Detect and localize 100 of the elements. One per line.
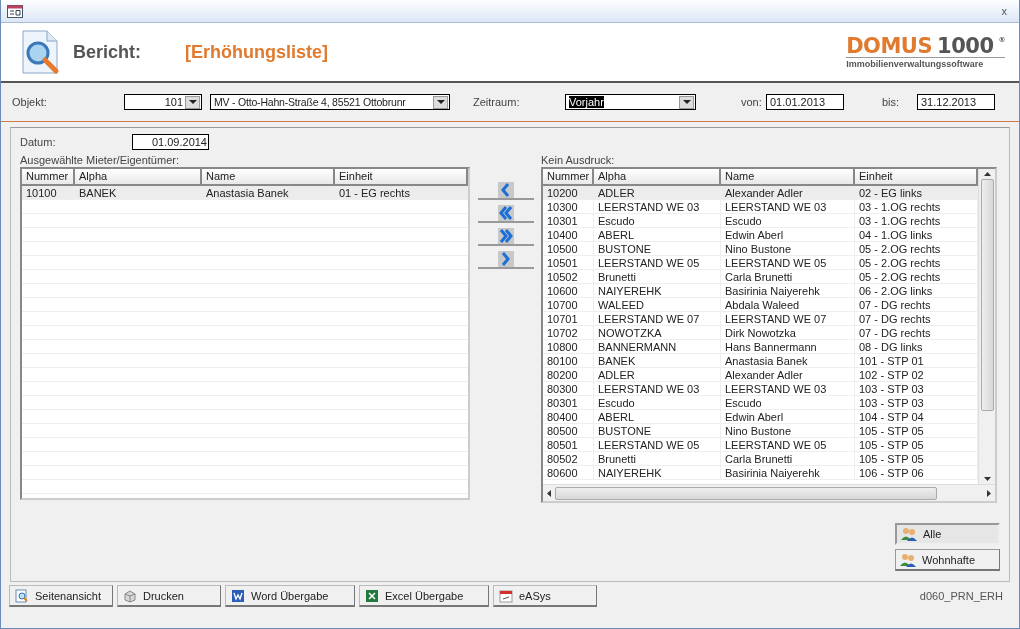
table-cell: NOWOTZKA: [594, 326, 721, 340]
table-cell: Carla Brunetti: [721, 452, 855, 466]
table-cell: 80301: [543, 396, 594, 410]
toolbar-button[interactable]: Excel Übergabe: [359, 585, 489, 607]
column-header[interactable]: Name: [202, 169, 335, 186]
table-cell: LEERSTAND WE 05: [721, 438, 855, 452]
table-cell: 10400: [543, 228, 594, 242]
table-cell: Brunetti: [594, 452, 721, 466]
period-dropdown[interactable]: Vorjahr: [565, 94, 696, 110]
table-cell: BANEK: [594, 354, 721, 368]
table-cell: 80600: [543, 466, 594, 480]
table-cell: BUSTONE: [594, 424, 721, 438]
printer-icon: [123, 588, 137, 603]
filter-button[interactable]: Wohnhafte: [895, 549, 1000, 571]
form-id: d060_PRN_ERH: [919, 590, 1004, 602]
table-cell: Escudo: [594, 214, 721, 228]
table-cell: Anastasia Banek: [202, 186, 335, 200]
field-label: von:: [741, 96, 763, 108]
report-label: Bericht:: [73, 41, 142, 63]
column-header[interactable]: Name: [721, 169, 855, 186]
field-label: Objekt:: [12, 96, 48, 108]
table-cell: LEERSTAND WE 03: [721, 382, 855, 396]
table-cell: Escudo: [594, 396, 721, 410]
table-cell: Edwin Aberl: [721, 410, 855, 424]
table-cell: WALEED: [594, 298, 721, 312]
table-cell: LEERSTAND WE 05: [594, 438, 721, 452]
table-cell: LEERSTAND WE 03: [594, 382, 721, 396]
table-cell: 10701: [543, 312, 594, 326]
field-label: bis:: [882, 96, 901, 108]
column-header[interactable]: Nummer: [543, 169, 594, 186]
toolbar-button[interactable]: Seitenansicht: [9, 585, 113, 607]
date-field[interactable]: 01.09.2014: [132, 134, 209, 150]
table-cell: ABERL: [594, 228, 721, 242]
table-cell: Nino Bustone: [721, 424, 855, 438]
filter-button[interactable]: Alle: [895, 523, 1000, 545]
field-label: Zeitraum:: [473, 96, 521, 108]
logo-tagline: Immobilienverwaltungssoftware: [846, 56, 1005, 69]
scroll-right-icon[interactable]: [987, 489, 991, 497]
to-date-field[interactable]: 31.12.2013: [917, 94, 995, 110]
spreadsheet-x-icon: [365, 588, 379, 603]
report-title: [Erhöhungsliste]: [185, 41, 329, 63]
table-cell: 80400: [543, 410, 594, 424]
table-cell: Hans Bannermann: [721, 340, 855, 354]
column-header[interactable]: Alpha: [594, 169, 721, 186]
column-header[interactable]: Einheit: [855, 169, 978, 186]
form-icon: [7, 4, 23, 18]
report-search-icon: [21, 29, 61, 75]
table-cell: NAIYEREHK: [594, 284, 721, 298]
horizontal-scrollbar[interactable]: [543, 484, 995, 501]
double-chevron-icon: [498, 204, 514, 221]
table-cell: 80300: [543, 382, 594, 396]
table-cell: Anastasia Banek: [721, 354, 855, 368]
list-title: Kein Ausdruck:: [541, 153, 616, 167]
table-cell: Basirinia Naiyerehk: [721, 466, 855, 480]
table-cell: Escudo: [721, 396, 855, 410]
table-cell: LEERSTAND WE 05: [721, 256, 855, 270]
object-number-dropdown[interactable]: 101: [124, 94, 202, 110]
toolbar-button[interactable]: Drucken: [117, 585, 221, 607]
table-cell: 10702: [543, 326, 594, 340]
table-cell: Brunetti: [594, 270, 721, 284]
scroll-down-icon[interactable]: [983, 477, 991, 481]
table-cell: 10200: [543, 186, 594, 200]
scroll-up-icon[interactable]: [983, 172, 991, 176]
object-address-dropdown[interactable]: MV - Otto-Hahn-Straße 4, 85521 Ottobrunr: [210, 94, 450, 110]
table-cell: ADLER: [594, 186, 721, 200]
preview-icon: [15, 588, 29, 603]
toolbar-button[interactable]: eASys: [493, 585, 597, 607]
table-cell: LEERSTAND WE 07: [594, 312, 721, 326]
table-cell: 10300: [543, 200, 594, 214]
table-cell: NAIYEREHK: [594, 466, 721, 480]
table-cell: 10301: [543, 214, 594, 228]
scroll-left-icon[interactable]: [547, 489, 551, 497]
from-date-field[interactable]: 01.01.2013: [766, 94, 844, 110]
table-cell: ABERL: [594, 410, 721, 424]
column-header[interactable]: Alpha: [75, 169, 202, 186]
table-cell: Dirk Nowotzka: [721, 326, 855, 340]
logo-word: DOMUS: [846, 35, 933, 57]
toolbar-button[interactable]: Word Übergabe: [225, 585, 355, 607]
table-cell: 02 - EG links: [855, 186, 978, 200]
table-cell: 01 - EG rechts: [335, 186, 468, 200]
table-cell: 10100: [22, 186, 75, 200]
table-cell: BUSTONE: [594, 242, 721, 256]
table-cell: 10502: [543, 270, 594, 284]
table-cell: Carla Brunetti: [721, 270, 855, 284]
table-cell: 80200: [543, 368, 594, 382]
table-cell: ADLER: [594, 368, 721, 382]
people-icon: [900, 552, 916, 567]
table-cell: 10600: [543, 284, 594, 298]
table-cell: Basirinia Naiyerehk: [721, 284, 855, 298]
table-cell: LEERSTAND WE 07: [721, 312, 855, 326]
column-header[interactable]: Einheit: [335, 169, 468, 186]
column-header[interactable]: Nummer: [22, 169, 75, 186]
table-cell: Nino Bustone: [721, 242, 855, 256]
field-label: Datum:: [20, 136, 57, 148]
vertical-scrollbar[interactable]: [978, 169, 995, 484]
close-button[interactable]: x: [997, 5, 1011, 17]
table-cell: Escudo: [721, 214, 855, 228]
table-cell: LEERSTAND WE 05: [594, 256, 721, 270]
table-cell: LEERSTAND WE 03: [721, 200, 855, 214]
table-cell: BANEK: [75, 186, 202, 200]
